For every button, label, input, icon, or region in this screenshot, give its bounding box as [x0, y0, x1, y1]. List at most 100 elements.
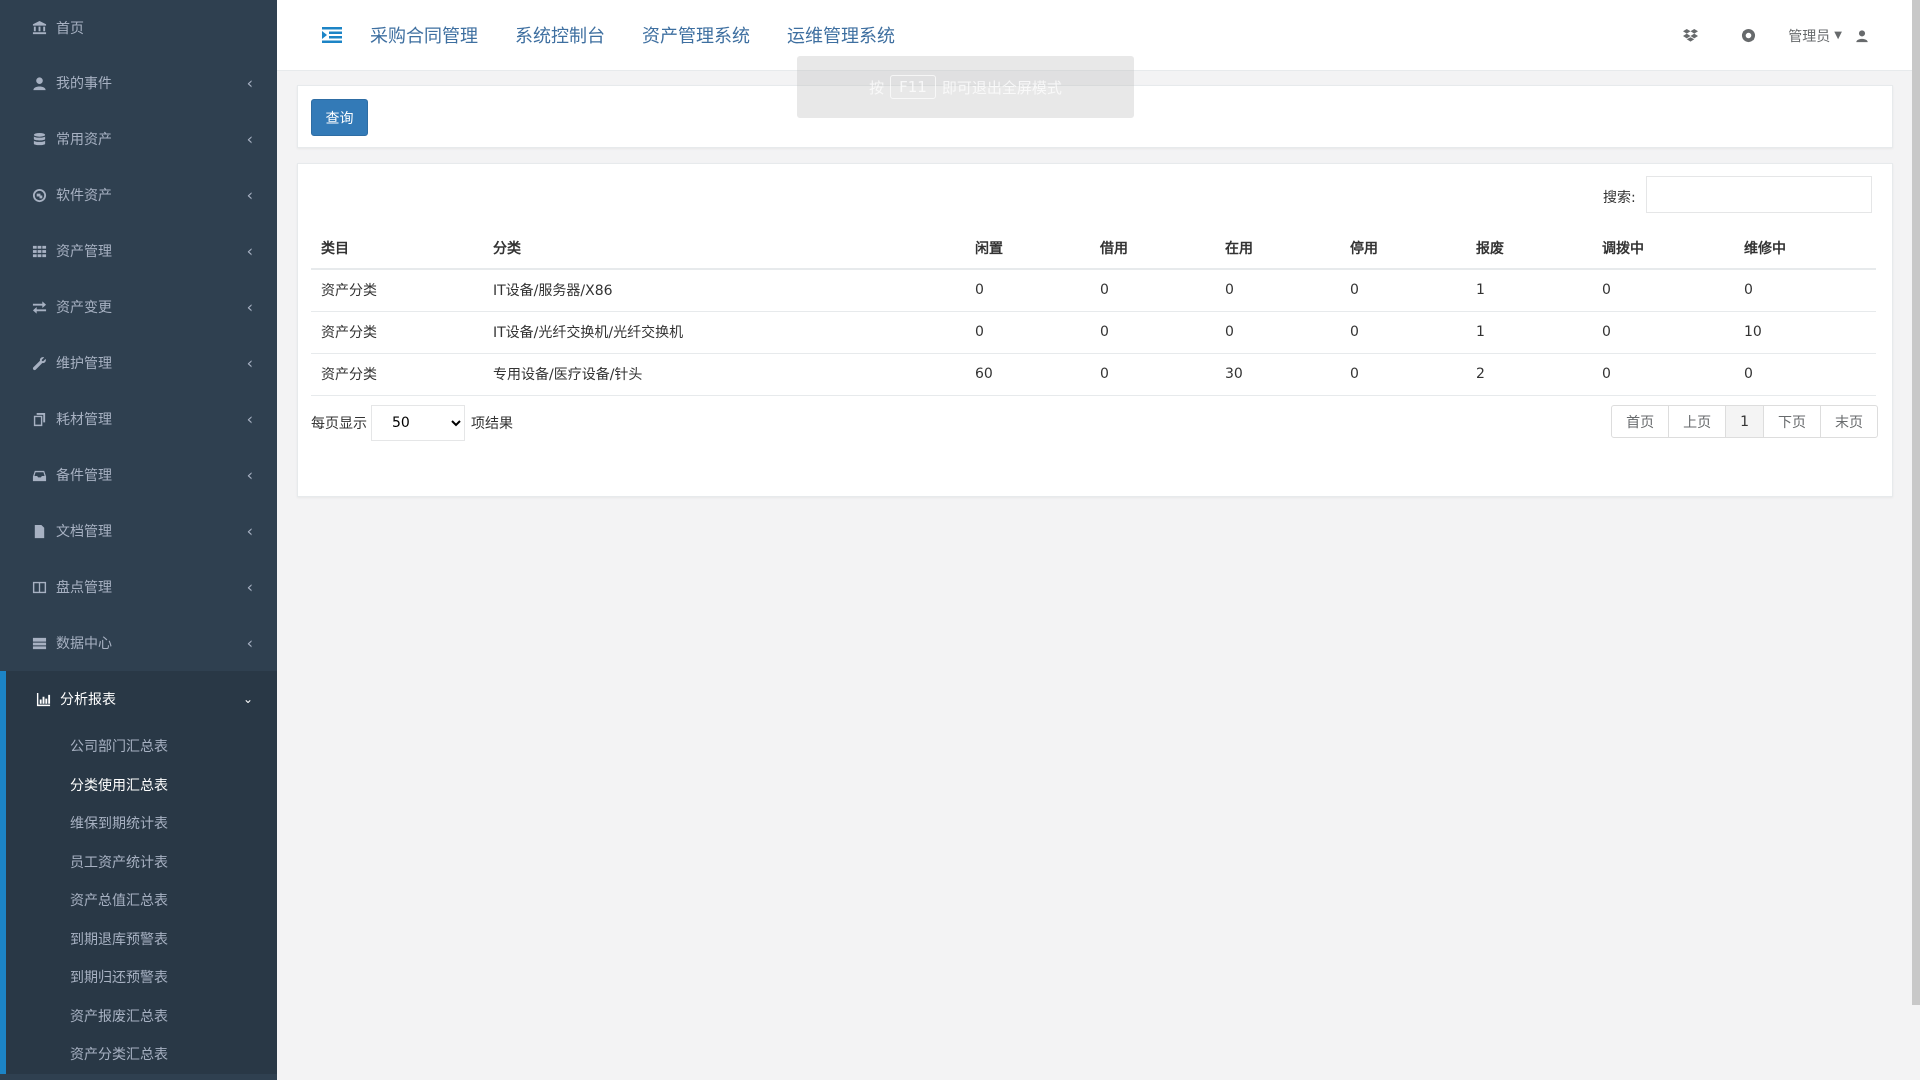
user-icon [30, 74, 48, 92]
sidebar-item-documents[interactable]: 文档管理 ‹ [0, 503, 277, 559]
column-header[interactable]: 报废 [1466, 227, 1592, 270]
dropbox-icon[interactable] [1680, 26, 1700, 46]
table-row: 资产分类 IT设备/服务器/X86 0 0 0 0 1 0 0 [311, 269, 1876, 312]
sidebar-item-label: 文档管理 [56, 524, 112, 540]
sidebar-item-data-center[interactable]: 数据中心 ‹ [0, 615, 277, 671]
user-icon[interactable] [1854, 28, 1870, 44]
server-icon [30, 634, 48, 652]
first-page-button[interactable]: 首页 [1611, 405, 1670, 438]
sidebar-item-inventory[interactable]: 盘点管理 ‹ [0, 559, 277, 615]
table-cell: 0 [1340, 269, 1466, 312]
sidebar-subitem[interactable]: 到期退库预警表 [6, 920, 277, 959]
top-right-tools: 管理员 ▼ [1642, 0, 1870, 71]
per-page-suffix: 项结果 [471, 416, 513, 432]
toast-key: F11 [890, 75, 936, 99]
data-table: 类目 分类 闲置 借用 在用 停用 报废 调拨中 维修中 资产分类 IT设备/服… [311, 227, 1876, 396]
fullscreen-toast: 按 F11 即可退出全屏模式 [797, 56, 1134, 118]
sidebar-item-common-assets[interactable]: 常用资产 ‹ [0, 111, 277, 167]
sidebar-subitem-current[interactable]: 分类使用汇总表 [6, 766, 277, 805]
next-page-button[interactable]: 下页 [1763, 405, 1821, 438]
column-header[interactable]: 闲置 [965, 227, 1090, 270]
column-header[interactable]: 调拨中 [1592, 227, 1734, 270]
search-label: 搜索: [1603, 190, 1636, 206]
menu-toggle-icon[interactable] [320, 25, 344, 45]
sidebar-item-label: 维护管理 [56, 356, 112, 372]
table-cell: 10 [1734, 311, 1876, 354]
sidebar-item-my-events[interactable]: 我的事件 ‹ [0, 55, 277, 111]
admin-label: 管理员 [1788, 28, 1831, 45]
per-page-prefix: 每页显示 [311, 416, 367, 432]
sidebar-item-label: 耗材管理 [56, 412, 112, 428]
sidebar-subitem[interactable]: 资产报废汇总表 [6, 997, 277, 1036]
exchange-icon [30, 298, 48, 316]
table-cell: 0 [1090, 311, 1215, 354]
table-cell: 0 [1090, 353, 1215, 396]
search-input[interactable] [1646, 176, 1872, 213]
sidebar-group-reports: 分析报表 ⌄ 公司部门汇总表 分类使用汇总表 维保到期统计表 员工资产统计表 资… [0, 671, 277, 1074]
sidebar-subitem[interactable]: 维保到期统计表 [6, 804, 277, 843]
chevron-left-icon: ‹ [246, 633, 253, 653]
column-header[interactable]: 停用 [1340, 227, 1466, 270]
wrench-icon [30, 354, 48, 372]
page-number-button[interactable]: 1 [1725, 405, 1764, 438]
top-link-purchase-contract[interactable]: 采购合同管理 [370, 22, 478, 48]
chevron-left-icon: ‹ [246, 241, 253, 261]
table-cell: 60 [965, 353, 1090, 396]
chevron-left-icon: ‹ [246, 129, 253, 149]
top-link-asset-system[interactable]: 资产管理系统 [642, 22, 750, 48]
sidebar-item-asset-management[interactable]: 资产管理 ‹ [0, 223, 277, 279]
columns-icon [30, 578, 48, 596]
table-cell: 30 [1215, 353, 1340, 396]
sidebar-item-analysis-reports[interactable]: 分析报表 ⌄ [6, 671, 277, 727]
table-panel: 搜索: 类目 分类 闲置 借用 在用 停用 报废 调拨中 维修中 资产分类 IT… [297, 163, 1893, 497]
table-cell: 0 [965, 269, 1090, 312]
sidebar-subitem[interactable]: 公司部门汇总表 [6, 727, 277, 766]
chevron-left-icon: ‹ [246, 521, 253, 541]
caret-down-icon: ▼ [1834, 30, 1842, 41]
prev-page-button[interactable]: 上页 [1668, 405, 1727, 438]
sidebar-item-home[interactable]: 首页 [0, 0, 277, 55]
column-header[interactable]: 借用 [1090, 227, 1215, 270]
table-cell: 专用设备/医疗设备/针头 [483, 353, 965, 396]
sidebar-item-maintenance[interactable]: 维护管理 ‹ [0, 335, 277, 391]
last-page-button[interactable]: 末页 [1820, 405, 1878, 438]
page-length-control: 每页显示 50 项结果 [311, 405, 513, 441]
copy-icon [30, 410, 48, 428]
column-header[interactable]: 类目 [311, 227, 483, 270]
sidebar-item-spare-parts[interactable]: 备件管理 ‹ [0, 447, 277, 503]
column-header[interactable]: 分类 [483, 227, 965, 270]
support-icon[interactable] [1738, 26, 1758, 46]
column-header[interactable]: 在用 [1215, 227, 1340, 270]
table-cell: 0 [1340, 311, 1466, 354]
table-header-row: 类目 分类 闲置 借用 在用 停用 报废 调拨中 维修中 [311, 227, 1876, 270]
table-cell: 0 [1215, 269, 1340, 312]
sidebar-subitem[interactable]: 员工资产统计表 [6, 843, 277, 882]
table-cell: 0 [1215, 311, 1340, 354]
sidebar-subitem[interactable]: 资产总值汇总表 [6, 881, 277, 920]
table-cell: 0 [965, 311, 1090, 354]
sidebar-subitem[interactable]: 到期归还预警表 [6, 958, 277, 997]
sidebar-item-asset-change[interactable]: 资产变更 ‹ [0, 279, 277, 335]
toast-text-post: 即可退出全屏模式 [941, 78, 1062, 97]
inbox-icon [30, 466, 48, 484]
admin-dropdown[interactable]: 管理员 ▼ [1788, 26, 1842, 46]
column-header[interactable]: 维修中 [1734, 227, 1876, 270]
sidebar-item-consumables[interactable]: 耗材管理 ‹ [0, 391, 277, 447]
sidebar-item-label: 资产管理 [56, 244, 112, 260]
sidebar-subitem[interactable]: 资产分类汇总表 [6, 1035, 277, 1074]
sidebar-item-label: 软件资产 [56, 188, 112, 204]
page-scrollbar[interactable] [1912, 0, 1920, 1005]
page-length-select[interactable]: 50 [371, 405, 465, 441]
table-cell: 0 [1090, 269, 1215, 312]
table-cell: 资产分类 [311, 353, 483, 396]
table-cell: 1 [1466, 269, 1592, 312]
table-cell: 0 [1340, 353, 1466, 396]
table-cell: 0 [1592, 353, 1734, 396]
sidebar-item-software-assets[interactable]: 软件资产 ‹ [0, 167, 277, 223]
top-link-system-console[interactable]: 系统控制台 [515, 22, 605, 48]
chevron-left-icon: ‹ [246, 353, 253, 373]
query-button[interactable]: 查询 [311, 99, 368, 136]
table-cell: 0 [1592, 311, 1734, 354]
database-icon [30, 130, 48, 148]
top-link-ops-system[interactable]: 运维管理系统 [787, 22, 895, 48]
